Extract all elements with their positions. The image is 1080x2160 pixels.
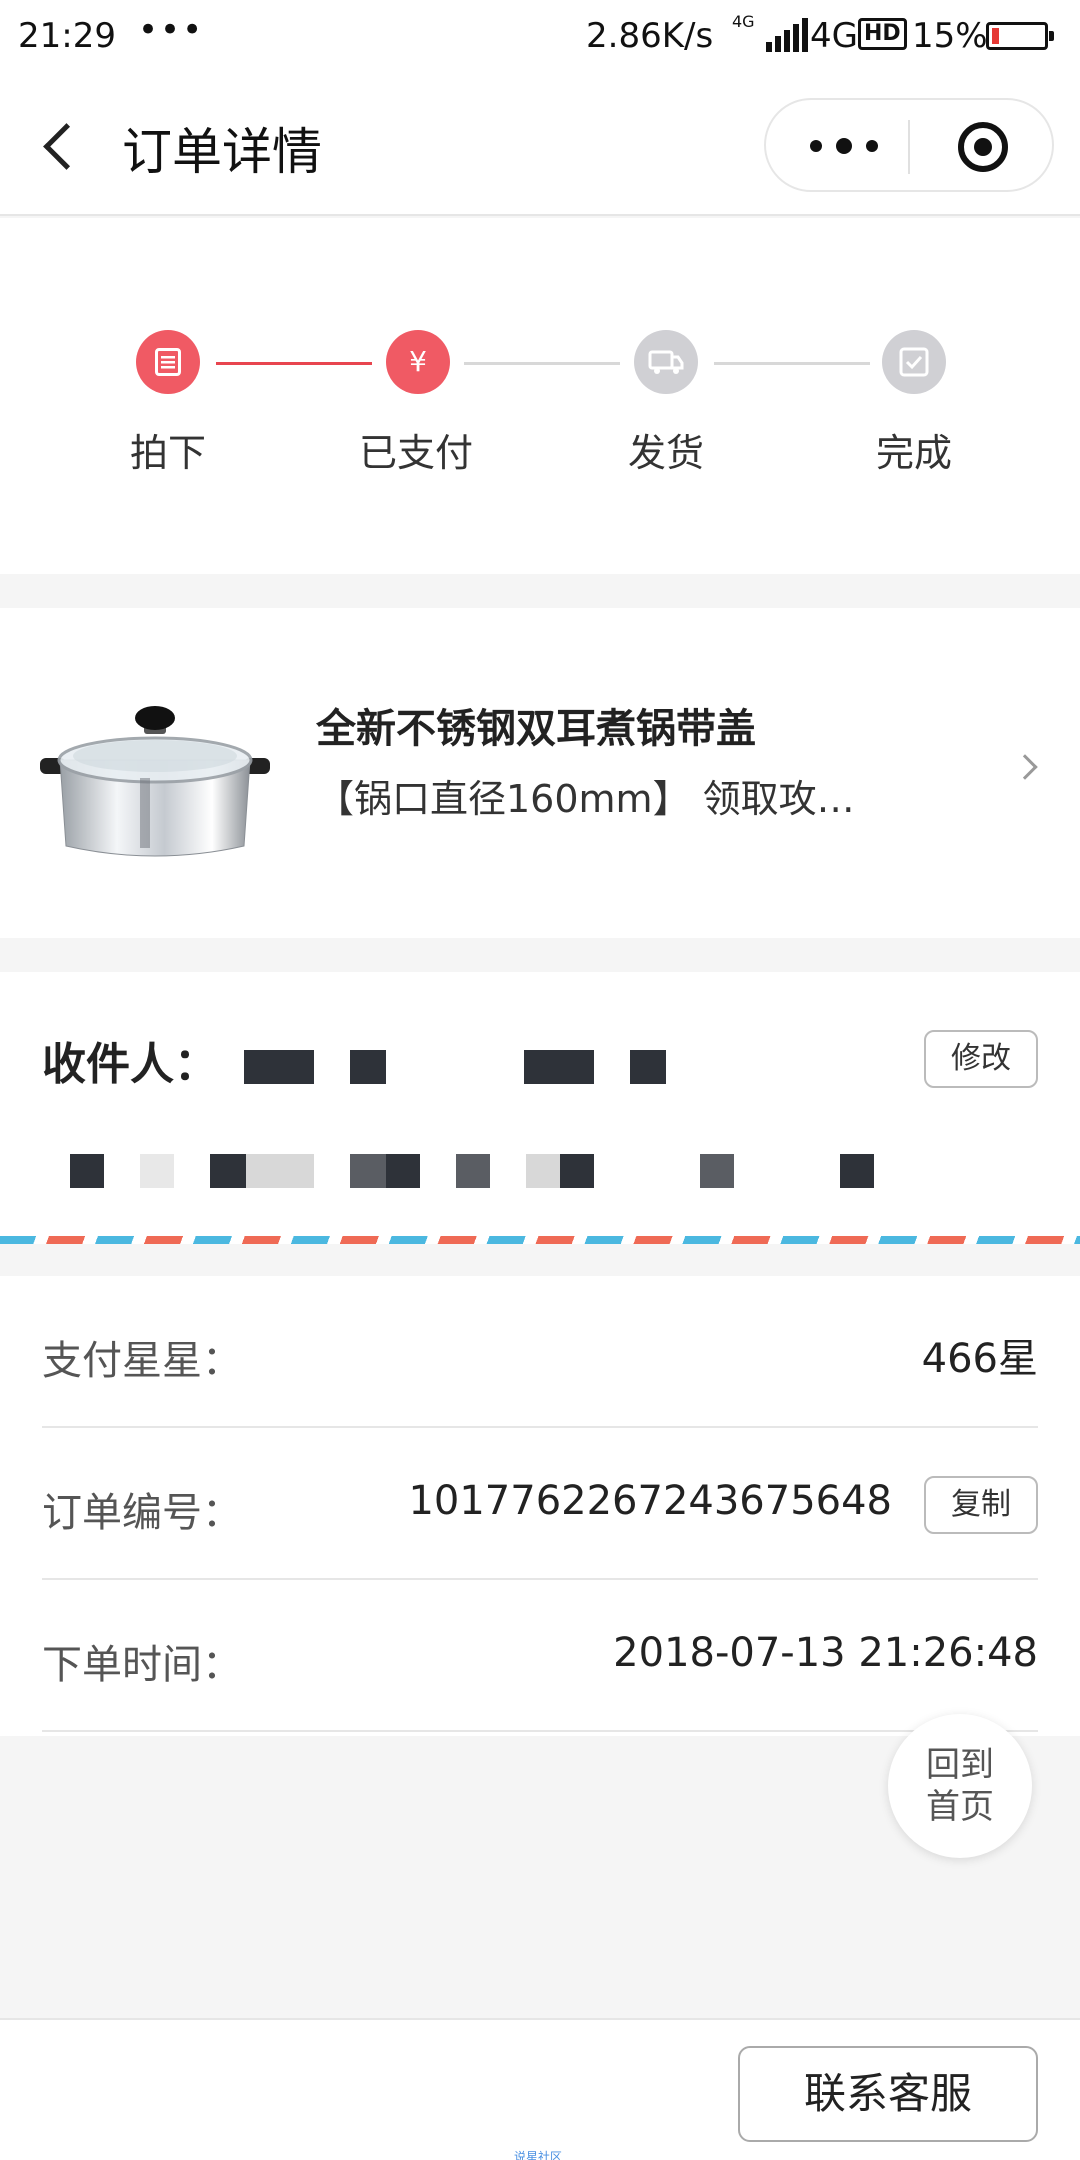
redacted-block bbox=[456, 1154, 490, 1188]
redacted-block bbox=[350, 1154, 386, 1188]
battery-percent: 15% bbox=[912, 16, 988, 56]
step-connector bbox=[216, 362, 372, 365]
nav-bar: 订单详情 bbox=[0, 74, 1080, 216]
truck-icon bbox=[648, 350, 684, 374]
recipient-label: 收件人： bbox=[42, 1039, 218, 1090]
step-label: 拍下 bbox=[129, 431, 206, 475]
page-title: 订单详情 bbox=[122, 123, 322, 181]
recipient-section: 收件人： 修改 bbox=[0, 972, 1080, 1242]
step-connector bbox=[714, 362, 870, 365]
step-yen-icon: ¥ bbox=[386, 330, 450, 394]
yen-icon: ¥ bbox=[409, 345, 427, 378]
list-icon bbox=[155, 348, 181, 376]
order-number-label: 订单编号： bbox=[42, 1490, 242, 1536]
watermark: 说星社区 bbox=[514, 2150, 563, 2160]
redacted-block bbox=[246, 1154, 314, 1188]
envelope-border bbox=[0, 1236, 1080, 1244]
redacted-block bbox=[140, 1154, 174, 1188]
stars-value: 466星 bbox=[921, 1336, 1038, 1382]
back-arrow-icon[interactable] bbox=[40, 118, 88, 174]
step-label: 已支付 bbox=[358, 431, 473, 475]
network-type: 4G bbox=[810, 16, 858, 56]
chevron-right-icon bbox=[1012, 754, 1038, 780]
status-time: 21:29 bbox=[18, 16, 116, 56]
redacted-block bbox=[526, 1154, 560, 1188]
mini-program-capsule bbox=[764, 98, 1054, 192]
redacted-block bbox=[386, 1154, 420, 1188]
redacted-block bbox=[70, 1154, 104, 1188]
order-time-label: 下单时间： bbox=[42, 1642, 242, 1688]
copy-button[interactable]: 复制 bbox=[924, 1476, 1038, 1534]
redacted-block bbox=[210, 1154, 246, 1188]
redacted-block bbox=[244, 1050, 314, 1084]
redacted-block bbox=[840, 1154, 874, 1188]
bottom-bar: 联系客服 说星社区 bbox=[0, 2018, 1080, 2160]
contact-service-button[interactable]: 联系客服 bbox=[738, 2046, 1038, 2142]
redacted-block bbox=[630, 1050, 666, 1084]
product-title: 全新不锈钢双耳煮锅带盖 bbox=[316, 706, 756, 752]
check-icon bbox=[899, 347, 929, 377]
redacted-block bbox=[560, 1154, 594, 1188]
redacted-block bbox=[524, 1050, 594, 1084]
stars-row: 支付星星： 466星 bbox=[42, 1276, 1038, 1428]
notification-dots-icon: ••• bbox=[138, 10, 205, 50]
redacted-block bbox=[350, 1050, 386, 1084]
home-button-line2: 首页 bbox=[926, 1787, 994, 1827]
order-progress: ¥ 拍下 已支付 发货 完成 bbox=[0, 218, 1080, 574]
record-close-icon[interactable] bbox=[958, 122, 1008, 172]
step-label: 发货 bbox=[627, 431, 704, 475]
step-label: 完成 bbox=[875, 431, 952, 475]
order-info: 支付星星： 466星 订单编号： 1017762267243675648 复制 … bbox=[0, 1276, 1080, 1736]
product-image bbox=[40, 706, 270, 857]
capsule-divider bbox=[908, 120, 910, 174]
product-card[interactable]: 全新不锈钢双耳煮锅带盖 【锅口直径160mm】 领取攻… bbox=[0, 608, 1080, 938]
signal-icon bbox=[766, 18, 808, 52]
step-connector bbox=[464, 362, 620, 365]
order-time-row: 下单时间： 2018-07-13 21:26:48 bbox=[42, 1580, 1038, 1732]
edit-recipient-button[interactable]: 修改 bbox=[924, 1030, 1038, 1088]
back-home-button[interactable]: 回到 首页 bbox=[888, 1714, 1032, 1858]
battery-icon bbox=[986, 22, 1054, 50]
order-time-value: 2018-07-13 21:26:48 bbox=[613, 1630, 1038, 1676]
order-number-row: 订单编号： 1017762267243675648 复制 bbox=[42, 1428, 1038, 1580]
product-spec: 【锅口直径160mm】 领取攻… bbox=[316, 777, 855, 821]
status-bar: 21:29 ••• 2.86K/s 4G 4G HD 15% bbox=[0, 0, 1080, 74]
more-dots-icon[interactable] bbox=[806, 126, 886, 166]
stars-label: 支付星星： bbox=[42, 1338, 242, 1384]
network-small-label: 4G bbox=[732, 12, 755, 31]
redacted-block bbox=[700, 1154, 734, 1188]
hd-icon: HD bbox=[858, 18, 907, 50]
step-truck-icon bbox=[634, 330, 698, 394]
order-number-value: 1017762267243675648 bbox=[408, 1478, 892, 1524]
network-speed: 2.86K/s bbox=[586, 16, 714, 56]
home-button-line1: 回到 bbox=[926, 1745, 994, 1785]
step-list-icon bbox=[136, 330, 200, 394]
step-check-icon bbox=[882, 330, 946, 394]
